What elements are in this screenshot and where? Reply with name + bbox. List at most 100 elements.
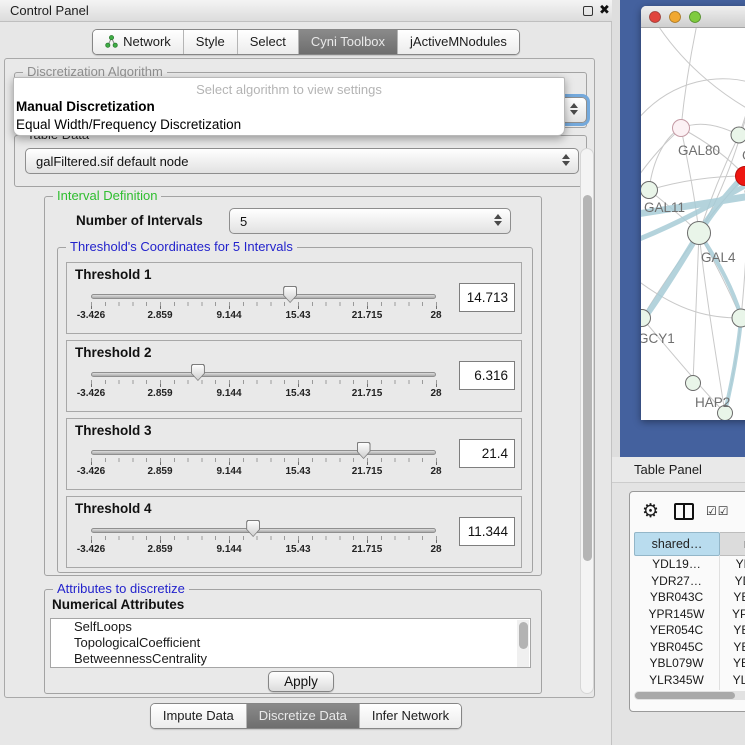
cell[interactable]: YLR345W <box>720 672 745 689</box>
tab-discretize-data[interactable]: Discretize Data <box>246 704 359 728</box>
slider-track[interactable] <box>91 528 436 533</box>
application-window: Control Panel ✖ Network Style Select <box>0 0 745 745</box>
minimize-window-icon[interactable] <box>670 12 681 23</box>
slider-thumb[interactable] <box>357 442 371 459</box>
slider-thumb[interactable] <box>191 364 205 381</box>
table-row[interactable]: YDL19…YDL19… <box>634 556 745 573</box>
cell[interactable]: YIL053C <box>720 688 745 690</box>
slider-track[interactable] <box>91 450 436 455</box>
number-of-intervals-label: Number of Intervals <box>76 213 203 228</box>
gear-icon[interactable]: ⚙ <box>642 500 659 523</box>
table-row[interactable]: YBL079WYBL079W <box>634 655 745 672</box>
panel-scrollbar[interactable] <box>580 148 594 694</box>
list-item[interactable]: SelfLoops <box>51 619 530 635</box>
threshold-label: Threshold 1 <box>75 267 152 282</box>
cell[interactable]: YPR145W <box>634 606 720 623</box>
list-item[interactable]: TopologicalCoefficient <box>51 635 530 651</box>
numerical-attributes-list[interactable]: SelfLoops TopologicalCoefficient Between… <box>50 618 531 668</box>
control-panel-titlebar: Control Panel ✖ <box>0 0 612 22</box>
threshold-panel: Threshold 2 -3.426 2.859 9.144 15.43 21.… <box>66 340 522 412</box>
group-label: Interval Definition <box>53 188 161 203</box>
cell[interactable]: YLR345W <box>634 672 720 689</box>
close-window-icon[interactable] <box>650 12 661 23</box>
cell[interactable]: YPR145W <box>720 606 745 623</box>
slider-track[interactable] <box>91 294 436 299</box>
table-data-combobox[interactable]: galFiltered.sif default node <box>25 148 579 174</box>
tab-infer-network[interactable]: Infer Network <box>359 704 461 728</box>
network-window-titlebar[interactable] <box>641 6 745 28</box>
tab-jactivemnodules[interactable]: jActiveMNodules <box>397 30 519 54</box>
node-gal4[interactable] <box>688 222 711 245</box>
table-row[interactable]: YIL053CYIL053C <box>634 688 745 690</box>
list-scrollbar[interactable] <box>517 620 529 668</box>
cell[interactable]: YBR043C <box>720 589 745 606</box>
tab-impute-data[interactable]: Impute Data <box>151 704 246 728</box>
tab-label: Network <box>123 34 171 49</box>
cell[interactable]: YDR27… <box>720 573 745 590</box>
tab-select[interactable]: Select <box>237 30 298 54</box>
cell[interactable]: YBR045C <box>634 639 720 656</box>
column-header-name[interactable]: name <box>720 532 745 556</box>
cell[interactable]: YDL19… <box>634 556 720 573</box>
node-hap2[interactable] <box>686 376 701 391</box>
slider-thumb[interactable] <box>283 286 297 303</box>
node[interactable] <box>731 127 745 143</box>
tick-label: 2.859 <box>147 310 172 321</box>
number-of-intervals-combobox[interactable]: 5 <box>229 208 511 234</box>
cell[interactable]: YBR043C <box>634 589 720 606</box>
tick-label: 9.144 <box>216 544 241 555</box>
node-label: HAP2 <box>695 395 730 410</box>
cell[interactable]: YER054C <box>634 622 720 639</box>
dropdown-option-equal-width[interactable]: Equal Width/Frequency Discretization <box>16 117 241 132</box>
tick-label: 28 <box>430 310 441 321</box>
cell[interactable]: YBL079W <box>720 655 745 672</box>
slider-thumb[interactable] <box>246 520 260 537</box>
zoom-window-icon[interactable] <box>690 12 701 23</box>
apply-button[interactable]: Apply <box>268 671 334 692</box>
threshold-value-field[interactable]: 6.316 <box>459 361 515 390</box>
node-gal11[interactable] <box>641 182 658 199</box>
table-row[interactable]: YDR27…YDR27… <box>634 573 745 590</box>
node-gal80[interactable] <box>673 120 690 137</box>
cell[interactable]: YBR045C <box>720 639 745 656</box>
threshold-value-field[interactable]: 14.713 <box>459 283 515 312</box>
dropdown-option-manual[interactable]: Manual Discretization <box>16 99 155 114</box>
cell[interactable]: YIL053C <box>634 688 720 690</box>
threshold-panel: Threshold 4 -3.426 2.859 9.144 15.43 21.… <box>66 496 522 568</box>
table-row[interactable]: YER054CYER054C <box>634 622 745 639</box>
slider-track[interactable] <box>91 372 436 377</box>
cell[interactable]: YBL079W <box>634 655 720 672</box>
cell[interactable]: YER054C <box>720 622 745 639</box>
cell[interactable]: YDR27… <box>634 573 720 590</box>
table-row[interactable]: YPR145WYPR145W <box>634 606 745 623</box>
scrollbar-thumb[interactable] <box>583 195 592 561</box>
close-icon[interactable]: ✖ <box>599 2 610 18</box>
column-header-shared-name[interactable]: shared… <box>634 532 720 556</box>
network-canvas[interactable]: GAL80 GA C GAL11 GAL4 GCY1 H HAP2 <box>641 28 745 420</box>
tab-style[interactable]: Style <box>183 30 237 54</box>
cell[interactable]: YDL19… <box>720 556 745 573</box>
table-row[interactable]: YBR045CYBR045C <box>634 639 745 656</box>
tick-label: 9.144 <box>216 388 241 399</box>
top-tab-bar: Network Style Select Cyni Toolbox jActiv… <box>0 29 612 55</box>
tick-label: 2.859 <box>147 544 172 555</box>
threshold-value-field[interactable]: 11.344 <box>459 517 515 546</box>
scrollbar-thumb[interactable] <box>635 692 735 699</box>
select-columns-icon[interactable]: ☑☑ <box>706 504 730 518</box>
network-view-window[interactable]: GAL80 GA C GAL11 GAL4 GCY1 H HAP2 <box>641 6 745 420</box>
split-view-icon[interactable] <box>674 503 694 520</box>
float-window-icon[interactable] <box>583 6 593 16</box>
tab-label: Cyni Toolbox <box>311 34 385 49</box>
threshold-value-field[interactable]: 21.4 <box>459 439 515 468</box>
list-item[interactable]: BetweennessCentrality <box>51 651 530 667</box>
table-horizontal-scrollbar[interactable] <box>634 691 745 700</box>
network-graph: GAL80 GA C GAL11 GAL4 GCY1 H HAP2 <box>641 28 745 420</box>
table-row[interactable]: YBR043CYBR043C <box>634 589 745 606</box>
tab-network[interactable]: Network <box>93 30 183 54</box>
tick-label: 2.859 <box>147 388 172 399</box>
scrollbar-thumb[interactable] <box>519 622 528 649</box>
tab-cyni-toolbox[interactable]: Cyni Toolbox <box>298 30 397 54</box>
node[interactable] <box>732 309 745 327</box>
dropdown-placeholder-item[interactable]: Select algorithm to view settings <box>14 82 564 97</box>
table-row[interactable]: YLR345WYLR345W <box>634 672 745 689</box>
